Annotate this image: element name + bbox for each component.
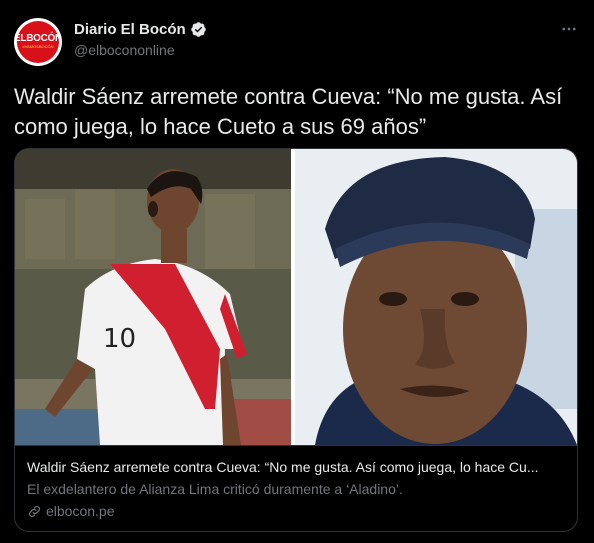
card-domain[interactable]: elbocon.pe	[27, 503, 115, 519]
display-name[interactable]: Diario El Bocón	[74, 21, 186, 38]
more-horizontal-icon[interactable]	[558, 18, 580, 40]
verified-badge-icon	[190, 22, 206, 37]
avatar-brand-text: ELBOCÓN	[14, 33, 62, 44]
card-title[interactable]: Waldir Sáenz arremete contra Cueva: “No …	[27, 459, 567, 475]
card-domain-text: elbocon.pe	[46, 503, 115, 519]
card-footer[interactable]: Waldir Sáenz arremete contra Cueva: “No …	[15, 445, 577, 531]
avatar-logo: ELBOCÓN #VAMOSBOCÓN	[14, 21, 62, 63]
avatar-tagline: #VAMOSBOCÓN	[22, 44, 54, 49]
card-image[interactable]: 10	[15, 149, 577, 445]
handle[interactable]: @elbocononline	[74, 42, 175, 58]
link-card[interactable]: 10 Waldir Sáenz arremete contra Cueva: “…	[14, 148, 578, 532]
link-icon	[29, 505, 40, 517]
jersey-number: 10	[103, 324, 136, 354]
avatar[interactable]: ELBOCÓN #VAMOSBOCÓN	[14, 18, 62, 66]
tweet-text: Waldir Sáenz arremete contra Cueva: “No …	[14, 84, 563, 139]
tweet: ELBOCÓN #VAMOSBOCÓN Diario El Bocón @elb…	[0, 0, 594, 543]
author-name-row: Diario El Bocón	[74, 21, 207, 38]
card-description: El exdelantero de Alianza Lima criticó d…	[27, 481, 403, 497]
